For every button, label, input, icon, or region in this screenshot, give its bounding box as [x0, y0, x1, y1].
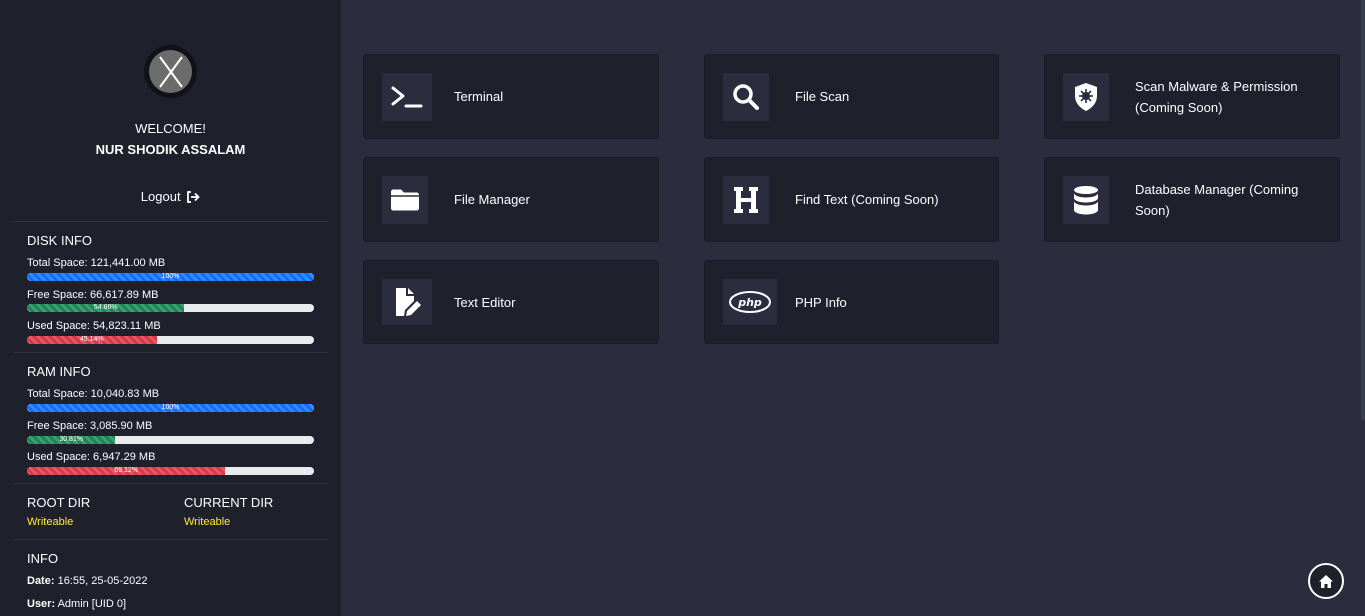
- tile-database-manager-label: Database Manager (Coming Soon): [1135, 181, 1299, 218]
- terminal-icon: [382, 73, 432, 121]
- root-dir-status: Writeable: [27, 516, 74, 528]
- avatar-x-icon: [149, 50, 192, 93]
- disk-used-label: Used Space: 54,823.11 MB: [27, 320, 161, 332]
- divider: [14, 352, 328, 353]
- divider: [14, 221, 328, 222]
- disk-total-bar: 100%: [27, 273, 314, 281]
- info-user-value: Admin [UID 0]: [55, 598, 127, 610]
- avatar: [144, 45, 197, 98]
- tile-file-scan-label: File Scan: [795, 89, 850, 104]
- disk-info-title: DISK INFO: [27, 233, 93, 248]
- current-dir-title: CURRENT DIR: [184, 495, 274, 510]
- current-dir-status: Writeable: [184, 516, 231, 528]
- tile-php-info[interactable]: php PHP Info: [704, 260, 999, 344]
- tile-text-editor[interactable]: Text Editor: [363, 260, 659, 344]
- ram-info-title: RAM INFO: [27, 364, 91, 379]
- svg-text:php: php: [737, 296, 762, 309]
- home-icon: [1319, 574, 1333, 588]
- logout-label: Logout: [140, 189, 181, 204]
- tile-find-text[interactable]: Find Text (Coming Soon): [704, 157, 999, 242]
- tile-terminal-label: Terminal: [454, 89, 504, 104]
- sign-out-icon: [187, 191, 200, 203]
- shield-virus-icon: [1063, 73, 1109, 121]
- disk-used-bar: 45.14%: [27, 336, 314, 344]
- folder-icon: [382, 176, 428, 224]
- disk-free-bar: 54.86%: [27, 304, 314, 312]
- sidebar: WELCOME! NUR SHODIK ASSALAM Logout DISK …: [0, 0, 341, 616]
- ram-free-label: Free Space: 3,085.90 MB: [27, 420, 153, 432]
- tile-file-manager[interactable]: File Manager: [363, 157, 659, 242]
- tile-php-info-label: PHP Info: [795, 294, 847, 310]
- tile-file-scan[interactable]: File Scan: [704, 54, 999, 139]
- ram-free-fill: 30.81%: [27, 436, 116, 444]
- php-icon: php: [723, 279, 777, 325]
- ram-used-fill: 69.12%: [27, 467, 226, 475]
- tile-file-manager-label: File Manager: [454, 192, 530, 207]
- info-date-value: 16:55, 25-05-2022: [54, 575, 148, 587]
- divider: [14, 483, 328, 484]
- logout-link[interactable]: Logout: [0, 189, 341, 204]
- disk-free-label: Free Space: 66,617.89 MB: [27, 289, 159, 301]
- ram-total-fill: 100%: [27, 404, 314, 412]
- disk-total-label: Total Space: 121,441.00 MB: [27, 257, 166, 269]
- ram-total-label: Total Space: 10,040.83 MB: [27, 388, 160, 400]
- username: NUR SHODIK ASSALAM: [95, 142, 246, 157]
- home-button[interactable]: [1308, 563, 1344, 599]
- search-icon: [723, 73, 769, 121]
- root-dir-title: ROOT DIR: [27, 495, 91, 510]
- scrollbar[interactable]: [1361, 0, 1365, 420]
- info-title: INFO: [27, 551, 59, 566]
- disk-free-fill: 54.86%: [27, 304, 185, 312]
- ram-total-bar: 100%: [27, 404, 314, 412]
- divider: [14, 539, 328, 540]
- disk-total-fill: 100%: [27, 273, 314, 281]
- info-date-key: Date:: [27, 575, 55, 587]
- info-date: Date: 16:55, 25-05-2022: [27, 575, 147, 587]
- heading-icon: [723, 176, 769, 224]
- tile-scan-malware[interactable]: Scan Malware & Permission (Coming Soon): [1044, 54, 1340, 139]
- tile-scan-malware-label: Scan Malware & Permission (Coming Soon): [1135, 78, 1298, 115]
- tile-terminal[interactable]: Terminal: [363, 54, 659, 139]
- tile-find-text-label: Find Text (Coming Soon): [795, 192, 939, 207]
- tile-database-manager[interactable]: Database Manager (Coming Soon): [1044, 157, 1340, 242]
- ram-used-label: Used Space: 6,947.29 MB: [27, 451, 156, 463]
- disk-used-fill: 45.14%: [27, 336, 157, 344]
- ram-used-bar: 69.12%: [27, 467, 314, 475]
- ram-free-bar: 30.81%: [27, 436, 314, 444]
- info-user-key: User:: [27, 598, 56, 610]
- info-user: User: Admin [UID 0]: [27, 598, 126, 610]
- tile-text-editor-label: Text Editor: [454, 294, 516, 310]
- file-edit-icon: [382, 279, 432, 325]
- welcome-text: WELCOME!: [135, 121, 206, 136]
- database-icon: [1063, 176, 1109, 224]
